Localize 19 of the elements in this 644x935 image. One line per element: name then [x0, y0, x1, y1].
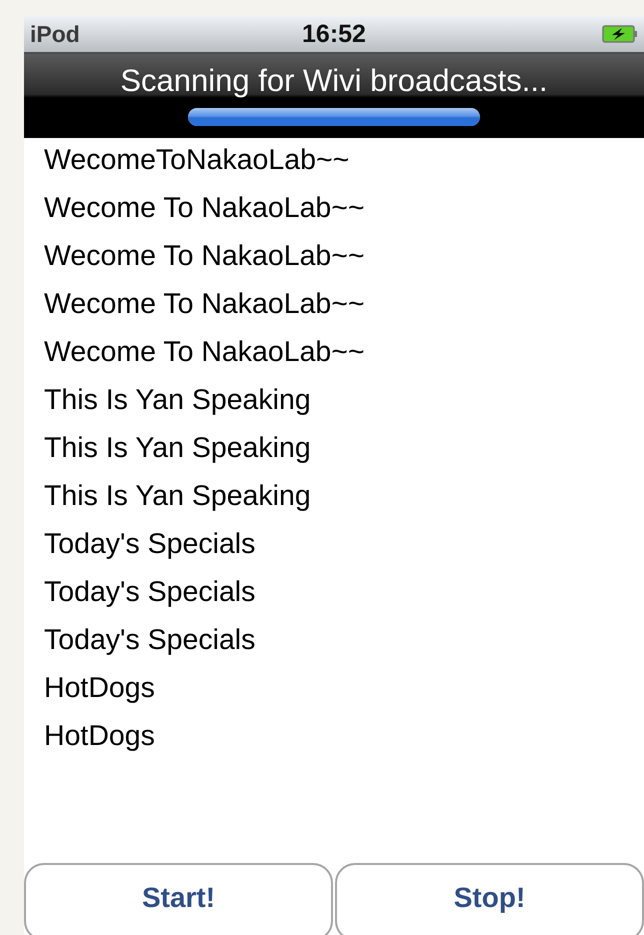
nav-title: Scanning for Wivi broadcasts...: [120, 62, 548, 100]
list-item[interactable]: HotDogs: [44, 714, 155, 758]
list-item[interactable]: Today's Specials: [44, 522, 256, 566]
stop-button[interactable]: Stop!: [335, 863, 644, 935]
list-item[interactable]: This Is Yan Speaking: [44, 378, 311, 422]
list-item[interactable]: Wecome To NakaoLab~~: [44, 234, 365, 278]
carrier-label: iPod: [30, 20, 80, 48]
list-item[interactable]: Today's Specials: [44, 618, 256, 662]
list-item[interactable]: Wecome To NakaoLab~~: [44, 282, 365, 326]
list-item[interactable]: Wecome To NakaoLab~~: [44, 186, 365, 230]
list-item[interactable]: Wecome To NakaoLab~~: [44, 330, 365, 374]
list-item[interactable]: This Is Yan Speaking: [44, 474, 311, 518]
list-item[interactable]: HotDogs: [44, 666, 155, 710]
list-item[interactable]: WecomeToNakaoLab~~: [44, 138, 350, 182]
list-item[interactable]: This Is Yan Speaking: [44, 426, 311, 470]
clock-time: 16:52: [302, 20, 366, 48]
start-button[interactable]: Start!: [24, 863, 333, 935]
list-item[interactable]: Today's Specials: [44, 570, 256, 614]
battery-charging-icon: [602, 25, 638, 43]
